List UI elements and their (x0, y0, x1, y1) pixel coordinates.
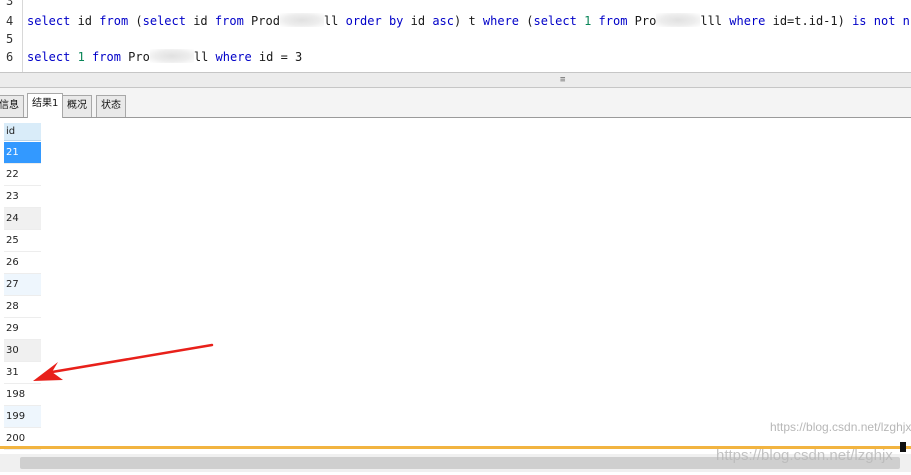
tab-result1[interactable]: 结果1 (27, 93, 64, 118)
result-tab-bar: 信息 结果1 概况 状态 (0, 88, 911, 118)
redacted-table-name (279, 13, 324, 27)
keyword: where (215, 50, 252, 64)
splitter-grip-icon[interactable]: ≡ (560, 75, 566, 85)
table-row[interactable]: 28 (4, 296, 41, 318)
code-text: id (403, 14, 433, 28)
keyword: from (92, 50, 121, 64)
code-text: Prod (243, 14, 280, 28)
result-grid[interactable]: id 21 22 23 24 25 26 27 28 29 30 31 198 … (0, 121, 911, 450)
code-text: id = 3 (251, 50, 303, 64)
table-row[interactable]: 22 (4, 164, 41, 186)
code-text: ( (519, 14, 534, 28)
sql-editor[interactable]: 3 4 5 6 select id from (select id from P… (0, 0, 911, 72)
table-row[interactable]: 31 (4, 362, 41, 384)
table-row[interactable]: 30 (4, 340, 41, 362)
line-number: 5 (6, 32, 14, 46)
redacted-table-name (149, 49, 194, 63)
keyword: is not null (852, 14, 911, 28)
code-text: ( (128, 14, 143, 28)
table-row[interactable]: 25 (4, 230, 41, 252)
code-text: id (185, 14, 215, 28)
tab-profile[interactable]: 概况 (62, 95, 92, 117)
keyword: select (27, 50, 71, 64)
table-row[interactable]: 27 (4, 274, 41, 296)
keyword: select (533, 14, 577, 28)
code-text: ) t (454, 14, 483, 28)
table-row[interactable]: 26 (4, 252, 41, 274)
number-literal: 1 (576, 14, 599, 28)
keyword: from (598, 14, 628, 28)
keyword: asc (432, 14, 454, 28)
code-text: id=t.id-1) (765, 14, 853, 28)
code-text: Pro (120, 50, 150, 64)
sql-line-6[interactable]: select 1 from Pro ll where id = 3 (27, 48, 302, 66)
keyword: where (482, 14, 520, 28)
tab-status[interactable]: 状态 (96, 95, 126, 117)
keyword: from (99, 14, 129, 28)
keyword: select (27, 14, 71, 28)
number-literal: 1 (70, 50, 93, 64)
line-gutter: 3 4 5 6 (0, 0, 22, 72)
watermark: https://blog.csdn.net/lzghjx (716, 447, 893, 464)
keyword: where (729, 14, 766, 28)
watermark: https://blog.csdn.net/lzghjx (770, 420, 911, 434)
line-number: 4 (6, 14, 14, 28)
resize-corner[interactable] (900, 442, 906, 452)
keyword: select (142, 14, 186, 28)
gutter-divider (22, 0, 23, 72)
table-row[interactable]: 24 (4, 208, 41, 230)
line-number: 6 (6, 50, 14, 64)
keyword: order by (345, 14, 404, 28)
sql-line-4[interactable]: select id from (select id from Prod ll or… (27, 12, 911, 30)
line-number: 3 (6, 0, 14, 8)
table-row[interactable]: 199 (4, 406, 41, 428)
redacted-table-name (656, 13, 701, 27)
code-text: ll (323, 14, 346, 28)
column-header-id[interactable]: id (4, 123, 41, 141)
table-row[interactable]: 198 (4, 384, 41, 406)
table-row[interactable]: 29 (4, 318, 41, 340)
code-text: id (70, 14, 100, 28)
tab-info[interactable]: 信息 (0, 95, 24, 117)
code-text: ll (193, 50, 216, 64)
table-row[interactable]: 21 (4, 142, 41, 164)
editor-result-splitter[interactable]: ≡ (0, 72, 911, 88)
code-text: lll (700, 14, 730, 28)
table-row[interactable]: 23 (4, 186, 41, 208)
keyword: from (214, 14, 244, 28)
code-text: Pro (627, 14, 657, 28)
